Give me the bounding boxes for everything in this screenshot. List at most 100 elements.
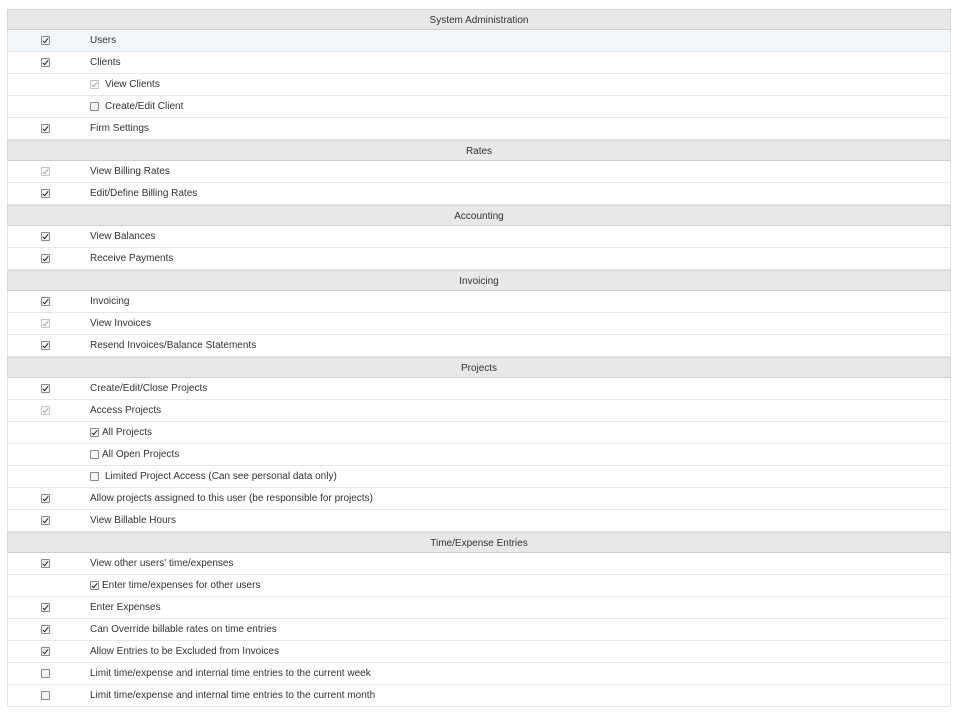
label-cell: Enter Expenses bbox=[90, 597, 161, 618]
permission-label: Create/Edit Client bbox=[105, 101, 184, 112]
permission-label: Enter Expenses bbox=[90, 602, 161, 613]
permission-row-all-projects: All Projects bbox=[7, 422, 951, 444]
checkbox-allow-entries-to-be-excluded-from-invoices[interactable] bbox=[41, 647, 50, 656]
label-cell: View Billing Rates bbox=[90, 161, 170, 182]
checkbox-cell bbox=[41, 685, 51, 706]
permission-label: View Balances bbox=[90, 231, 156, 242]
checkbox-view-invoices bbox=[41, 319, 50, 328]
checkbox-clients[interactable] bbox=[41, 58, 50, 67]
permission-row-firm-settings: Firm Settings bbox=[7, 118, 951, 140]
checkbox-limited-project-access-can-see-personal-data-only[interactable] bbox=[90, 472, 99, 481]
checkbox-view-balances[interactable] bbox=[41, 232, 50, 241]
permission-row-view-clients: View Clients bbox=[7, 74, 951, 96]
checkbox-firm-settings[interactable] bbox=[41, 124, 50, 133]
checkbox-cell bbox=[41, 488, 51, 509]
permission-row-all-open-projects: All Open Projects bbox=[7, 444, 951, 466]
checkbox-enter-time-expenses-for-other-users[interactable] bbox=[90, 581, 99, 590]
label-cell: Create/Edit/Close Projects bbox=[90, 378, 207, 399]
permission-row-resend-invoices-balance-statements: Resend Invoices/Balance Statements bbox=[7, 335, 951, 357]
checkbox-view-clients bbox=[90, 80, 99, 89]
label-cell: View other users' time/expenses bbox=[90, 553, 233, 574]
permission-label: Limit time/expense and internal time ent… bbox=[90, 668, 371, 679]
permission-label: Edit/Define Billing Rates bbox=[90, 188, 198, 199]
checkbox-cell bbox=[41, 378, 51, 399]
checkbox-all-open-projects[interactable] bbox=[90, 450, 99, 459]
checkbox-cell bbox=[41, 663, 51, 684]
nested-permission: Limited Project Access (Can see personal… bbox=[90, 466, 337, 487]
permission-label: Access Projects bbox=[90, 405, 162, 416]
section-header-system-administration: System Administration bbox=[7, 9, 951, 30]
checkbox-allow-projects-assigned-to-this-user-be-responsible-for-projects[interactable] bbox=[41, 494, 50, 503]
checkbox-resend-invoices-balance-statements[interactable] bbox=[41, 341, 50, 350]
checkbox-limit-time-expense-and-internal-time-entries-to-the-current-week[interactable] bbox=[41, 669, 50, 678]
permission-label: Clients bbox=[90, 57, 121, 68]
checkbox-view-billing-rates bbox=[41, 167, 50, 176]
label-cell: View Billable Hours bbox=[90, 510, 176, 531]
permissions-table: System Administration Users Clients View Cl… bbox=[7, 9, 951, 707]
permission-label: Firm Settings bbox=[90, 123, 149, 134]
checkbox-view-other-users-time-expenses[interactable] bbox=[41, 559, 50, 568]
permission-row-create-edit-close-projects: Create/Edit/Close Projects bbox=[7, 378, 951, 400]
checkbox-cell bbox=[41, 619, 51, 640]
label-cell: Receive Payments bbox=[90, 248, 173, 269]
section-header-invoicing: Invoicing bbox=[7, 270, 951, 291]
checkbox-cell bbox=[41, 118, 51, 139]
checkbox-users[interactable] bbox=[41, 36, 50, 45]
permission-label: Resend Invoices/Balance Statements bbox=[90, 340, 257, 351]
checkbox-all-projects[interactable] bbox=[90, 428, 99, 437]
checkbox-enter-expenses[interactable] bbox=[41, 603, 50, 612]
label-cell: Users bbox=[90, 30, 116, 51]
checkbox-cell bbox=[41, 30, 51, 51]
checkbox-cell bbox=[41, 335, 51, 356]
permission-label: All Projects bbox=[102, 427, 153, 438]
checkbox-cell bbox=[41, 641, 51, 662]
label-cell: Access Projects bbox=[90, 400, 161, 421]
nested-permission: View Clients bbox=[90, 74, 160, 95]
nested-permission: Enter time/expenses for other users bbox=[90, 575, 260, 596]
checkbox-receive-payments[interactable] bbox=[41, 254, 50, 263]
permission-row-edit-define-billing-rates: Edit/Define Billing Rates bbox=[7, 183, 951, 205]
permission-row-view-billing-rates: View Billing Rates bbox=[7, 161, 951, 183]
permission-label: Users bbox=[90, 35, 117, 46]
checkbox-create-edit-close-projects[interactable] bbox=[41, 384, 50, 393]
permission-row-clients: Clients bbox=[7, 52, 951, 74]
checkbox-limit-time-expense-and-internal-time-entries-to-the-current-month[interactable] bbox=[41, 691, 50, 700]
nested-permission: Create/Edit Client bbox=[90, 96, 183, 117]
label-cell: Resend Invoices/Balance Statements bbox=[90, 335, 256, 356]
checkbox-can-override-billable-rates-on-time-entries[interactable] bbox=[41, 625, 50, 634]
nested-permission: All Open Projects bbox=[90, 444, 179, 465]
permission-row-invoicing: Invoicing bbox=[7, 291, 951, 313]
permission-row-view-invoices: View Invoices bbox=[7, 313, 951, 335]
label-cell: Allow projects assigned to this user (be… bbox=[90, 488, 373, 509]
checkbox-cell bbox=[41, 161, 51, 182]
permission-row-limited-project-access-can-see-personal-data-only: Limited Project Access (Can see personal… bbox=[7, 466, 951, 488]
label-cell: Can Override billable rates on time entr… bbox=[90, 619, 277, 640]
checkbox-view-billable-hours[interactable] bbox=[41, 516, 50, 525]
checkbox-edit-define-billing-rates[interactable] bbox=[41, 189, 50, 198]
permission-row-view-billable-hours: View Billable Hours bbox=[7, 510, 951, 532]
permission-label: Allow projects assigned to this user (be… bbox=[90, 493, 373, 504]
permission-label: Allow Entries to be Excluded from Invoic… bbox=[90, 646, 279, 657]
permission-label: Invoicing bbox=[90, 296, 130, 307]
checkbox-create-edit-client[interactable] bbox=[90, 102, 99, 111]
permission-row-view-other-users-time-expenses: View other users' time/expenses bbox=[7, 553, 951, 575]
label-cell: Limit time/expense and internal time ent… bbox=[90, 685, 375, 706]
checkbox-cell bbox=[41, 226, 51, 247]
label-cell: Allow Entries to be Excluded from Invoic… bbox=[90, 641, 279, 662]
label-cell: Invoicing bbox=[90, 291, 129, 312]
checkbox-cell bbox=[41, 183, 51, 204]
permission-row-users: Users bbox=[7, 30, 951, 52]
permission-row-receive-payments: Receive Payments bbox=[7, 248, 951, 270]
permission-label: View other users' time/expenses bbox=[90, 558, 234, 569]
permission-label: Receive Payments bbox=[90, 253, 174, 264]
checkbox-invoicing[interactable] bbox=[41, 297, 50, 306]
permission-row-allow-entries-to-be-excluded-from-invoices: Allow Entries to be Excluded from Invoic… bbox=[7, 641, 951, 663]
permission-label: Enter time/expenses for other users bbox=[102, 580, 261, 591]
label-cell: Firm Settings bbox=[90, 118, 149, 139]
permission-label: View Billable Hours bbox=[90, 515, 176, 526]
permission-row-can-override-billable-rates-on-time-entries: Can Override billable rates on time entr… bbox=[7, 619, 951, 641]
permission-label: All Open Projects bbox=[102, 449, 180, 460]
section-header-projects: Projects bbox=[7, 357, 951, 378]
checkbox-cell bbox=[41, 52, 51, 73]
permission-row-limit-time-expense-and-internal-time-entries-to-the-current-month: Limit time/expense and internal time ent… bbox=[7, 685, 951, 707]
